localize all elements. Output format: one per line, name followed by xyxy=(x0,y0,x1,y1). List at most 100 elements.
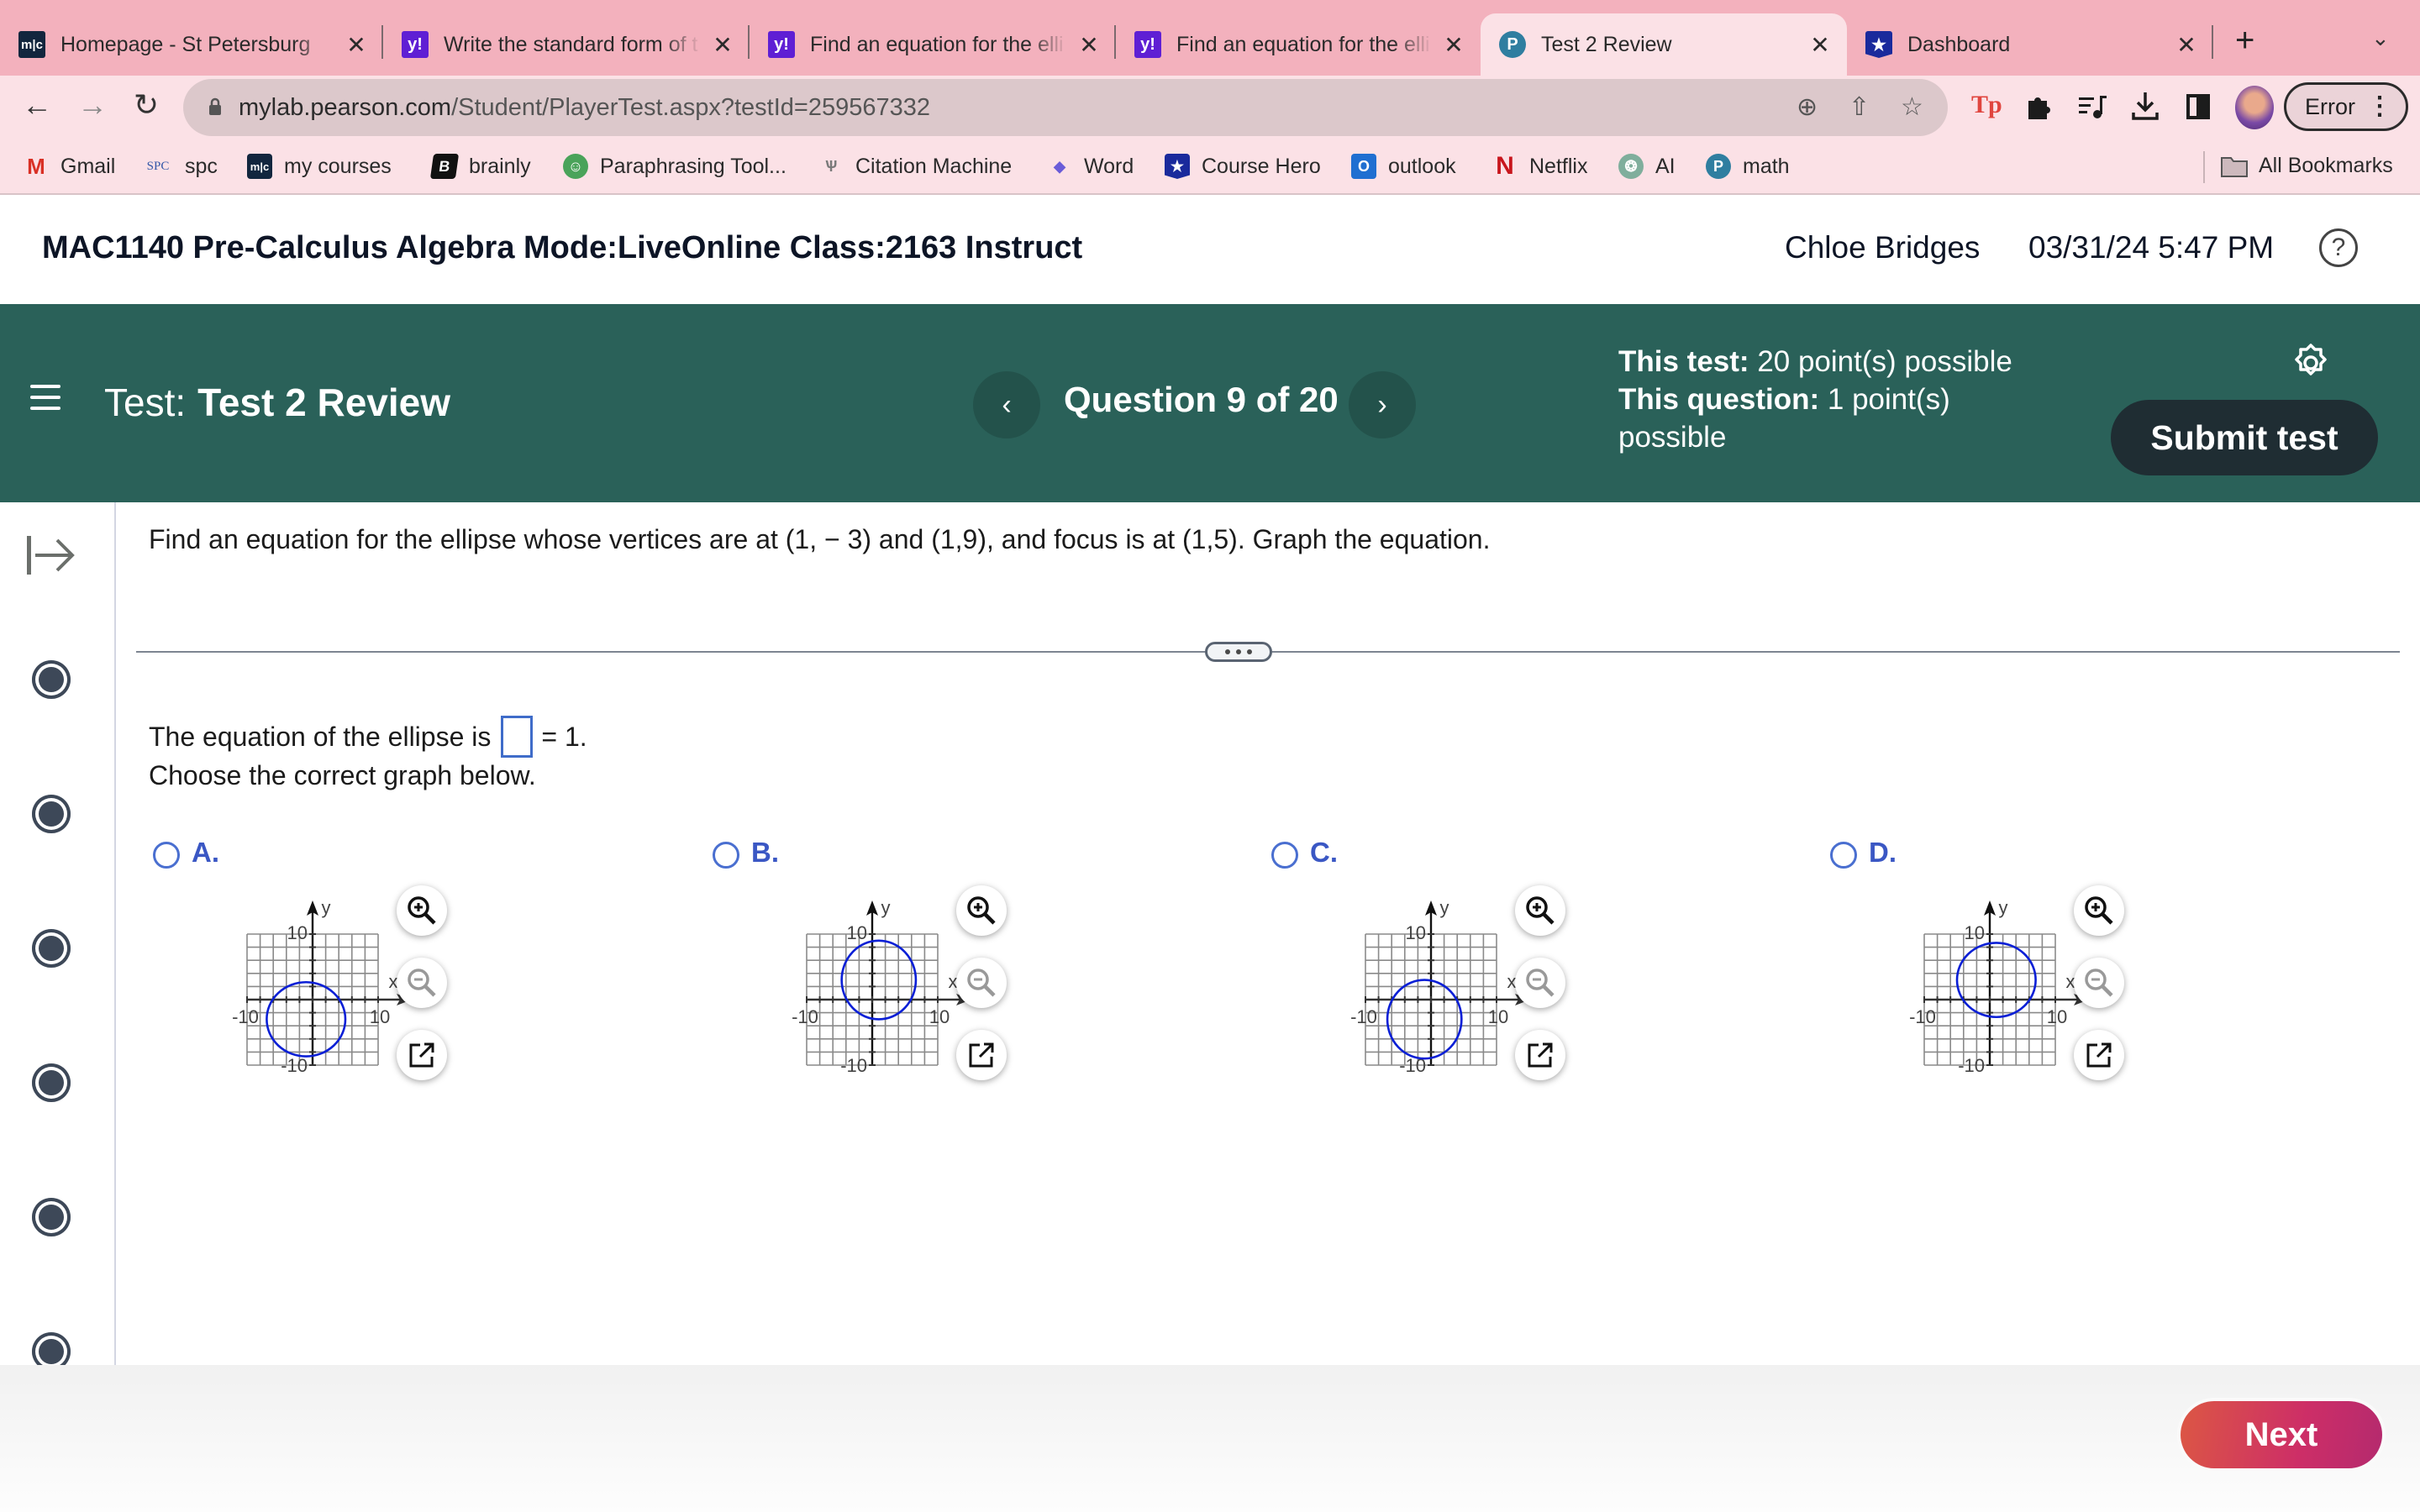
zoom-out-button[interactable] xyxy=(2074,958,2124,1008)
zoom-out-button[interactable] xyxy=(1515,958,1565,1008)
test-name: Test 2 Review xyxy=(197,381,450,424)
back-button[interactable]: ← xyxy=(17,87,57,123)
bookmark-word[interactable]: ◆ Word xyxy=(1047,154,1134,179)
choice-letter: D. xyxy=(1869,837,1897,868)
lock-icon xyxy=(209,97,221,115)
gmail-icon: M xyxy=(27,153,45,179)
close-icon[interactable]: ✕ xyxy=(1077,31,1101,59)
choice-b[interactable]: B. -10 10 10 -10 x y xyxy=(713,837,1183,1105)
open-in-new-window-button[interactable] xyxy=(397,1030,447,1080)
question-status-dot[interactable] xyxy=(32,795,71,833)
previous-question-button[interactable]: ‹ xyxy=(973,371,1040,438)
settings-gear-icon[interactable] xyxy=(2291,343,2331,383)
test-header: Test: Test 2 Review ‹ Question 9 of 20 › … xyxy=(0,304,2420,502)
hamburger-menu-icon[interactable] xyxy=(30,385,60,410)
tab-title: Find an equation for the elli xyxy=(810,32,1064,56)
chevron-right-icon: › xyxy=(1377,388,1387,421)
tab-search-dropdown-icon[interactable]: ⌄ xyxy=(2371,25,2390,51)
question-status-dot[interactable] xyxy=(32,1063,71,1102)
y-axis-label: y xyxy=(881,897,891,918)
test-points-label: This test: xyxy=(1618,345,1749,378)
bookmark-citation-machine[interactable]: Ѱ Citation Machine xyxy=(818,154,1013,179)
extensions-puzzle-icon[interactable] xyxy=(2025,92,2052,121)
bookmark-label: math xyxy=(1743,154,1790,178)
equation-answer-input[interactable] xyxy=(501,716,534,758)
user-name[interactable]: Chloe Bridges xyxy=(1785,230,1980,265)
address-bar[interactable]: mylab.pearson.com/Student/PlayerTest.asp… xyxy=(183,79,1948,136)
zoom-out-button[interactable] xyxy=(956,958,1007,1008)
bookmark-spc[interactable]: SPC spc xyxy=(143,154,218,179)
y-axis-label: y xyxy=(322,897,331,918)
bookmark-gmail[interactable]: M Gmail xyxy=(24,154,115,179)
browser-tab[interactable]: y! Write the standard form of t ✕ xyxy=(383,13,750,76)
next-button[interactable]: Next xyxy=(2181,1401,2382,1468)
course-hero-icon: ★ xyxy=(1865,31,1892,58)
bookmark-ai[interactable]: ❂ AI xyxy=(1618,154,1676,179)
bookmark-paraphrasing-tool[interactable]: ☺ Paraphrasing Tool... xyxy=(563,154,786,179)
open-in-new-window-button[interactable] xyxy=(2074,1030,2124,1080)
next-question-button[interactable]: › xyxy=(1349,371,1416,438)
close-icon[interactable]: ✕ xyxy=(711,31,734,59)
open-in-new-window-button[interactable] xyxy=(1515,1030,1565,1080)
profile-error-button[interactable]: Error ⋮ xyxy=(2284,82,2408,131)
browser-tab[interactable]: y! Find an equation for the elli ✕ xyxy=(1116,13,1481,76)
media-queue-icon[interactable] xyxy=(2079,94,2107,119)
new-tab-button[interactable]: + xyxy=(2235,22,2254,60)
browser-tab-active[interactable]: P Test 2 Review ✕ xyxy=(1481,13,1847,76)
help-icon[interactable]: ? xyxy=(2319,228,2358,267)
expand-more-button[interactable] xyxy=(1205,642,1272,662)
choice-letter: C. xyxy=(1310,837,1338,868)
close-icon[interactable]: ✕ xyxy=(1808,31,1832,59)
zoom-icon[interactable]: ⊕ xyxy=(1797,92,1818,122)
choice-d[interactable]: D. -10 10 10 -10 x y xyxy=(1830,837,2301,1105)
choice-radio[interactable] xyxy=(713,842,739,869)
bookmark-brainly[interactable]: Bbrainly xyxy=(429,154,531,179)
question-status-dot[interactable] xyxy=(32,660,71,699)
close-icon[interactable]: ✕ xyxy=(1442,31,1465,59)
zoom-in-button[interactable] xyxy=(1515,885,1565,936)
ellipse-curve xyxy=(1386,979,1463,1060)
choice-radio[interactable] xyxy=(1271,842,1298,869)
close-icon[interactable]: ✕ xyxy=(345,31,368,59)
bookmark-outlook[interactable]: Ooutlook xyxy=(1351,154,1456,179)
zoom-out-button[interactable] xyxy=(397,958,447,1008)
open-in-new-window-button[interactable] xyxy=(956,1030,1007,1080)
download-icon[interactable] xyxy=(2131,91,2160,121)
x-tick-label-min: -10 xyxy=(1909,1006,1936,1027)
bookmark-course-hero[interactable]: ★ Course Hero xyxy=(1165,154,1321,179)
mlc-icon: m|c xyxy=(247,154,272,179)
zoom-in-button[interactable] xyxy=(397,885,447,936)
browser-tab[interactable]: ★ Dashboard ✕ xyxy=(1847,13,2213,76)
citation-machine-icon: Ѱ xyxy=(824,157,838,175)
choice-a[interactable]: A. -10 10 10 -10 x y xyxy=(153,837,623,1105)
question-counter: Question 9 of 20 xyxy=(1064,380,1339,419)
url-text[interactable]: mylab.pearson.com/Student/PlayerTest.asp… xyxy=(239,94,930,122)
zoom-in-button[interactable] xyxy=(2074,885,2124,936)
choice-radio[interactable] xyxy=(1830,842,1857,869)
choice-c[interactable]: C. -10 10 10 -10 x y xyxy=(1271,837,1742,1105)
bookmark-math[interactable]: Pmath xyxy=(1706,154,1790,179)
reload-button[interactable]: ↻ xyxy=(126,87,166,123)
submit-test-button[interactable]: Submit test xyxy=(2111,400,2378,475)
zoom-out-icon xyxy=(408,969,436,997)
all-bookmarks-button[interactable]: All Bookmarks xyxy=(2220,154,2393,178)
share-icon[interactable]: ⇧ xyxy=(1849,92,1870,122)
zoom-in-icon xyxy=(408,896,436,925)
question-status-dot[interactable] xyxy=(32,1198,71,1236)
bookmark-my-courses[interactable]: m|c my courses xyxy=(247,154,392,179)
question-status-dot[interactable] xyxy=(32,929,71,968)
profile-avatar[interactable] xyxy=(2235,86,2274,129)
choice-radio[interactable] xyxy=(153,842,180,869)
forward-button[interactable]: → xyxy=(72,87,113,123)
kebab-menu-icon[interactable]: ⋮ xyxy=(2367,92,2392,121)
dot xyxy=(1225,649,1230,654)
browser-tab[interactable]: y! Find an equation for the elli ✕ xyxy=(750,13,1116,76)
close-icon[interactable]: ✕ xyxy=(2175,31,2198,59)
expand-sidebar-icon[interactable] xyxy=(25,534,77,576)
side-panel-icon[interactable] xyxy=(2186,94,2210,119)
browser-tab[interactable]: m|c Homepage - St Petersburg ✕ xyxy=(0,13,383,76)
tp-extension-icon[interactable]: Tp xyxy=(1971,91,2002,119)
zoom-in-button[interactable] xyxy=(956,885,1007,936)
bookmark-netflix[interactable]: N Netflix xyxy=(1492,152,1587,180)
bookmark-star-icon[interactable]: ☆ xyxy=(1901,92,1923,122)
